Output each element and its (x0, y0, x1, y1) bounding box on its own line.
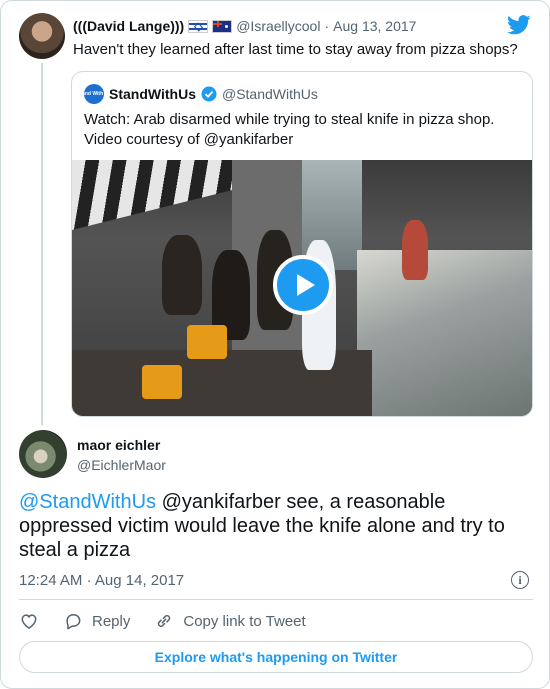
play-icon (296, 274, 315, 296)
parent-separator: · (324, 18, 330, 34)
mention-link[interactable]: @StandWithUs (19, 491, 156, 513)
verified-badge-icon (201, 86, 217, 102)
parent-handle[interactable]: @Israellycool (236, 18, 320, 34)
flag-australia-icon (212, 19, 233, 33)
reply-button[interactable]: Reply (63, 611, 130, 631)
video-person (402, 220, 428, 280)
tweet-embed-card: (((David Lange))) @Israellycool · Aug 13… (0, 0, 550, 689)
like-button[interactable] (19, 611, 39, 631)
quoted-tweet-header: Stand With Us StandWithUs @StandWithUs (77, 84, 318, 104)
parent-display-name[interactable]: (((David Lange))) (73, 18, 184, 34)
video-awning (72, 160, 232, 230)
reply-label: Reply (92, 612, 131, 630)
reply-handle[interactable]: @EichlerMaor (77, 456, 166, 474)
info-icon[interactable]: i (511, 571, 529, 589)
reply-date: Aug 14, 2017 (94, 572, 185, 589)
quoted-tweet[interactable]: Stand With Us StandWithUs @StandWithUs W… (71, 71, 533, 417)
twitter-bird-icon[interactable] (507, 15, 531, 35)
reply-tweet-text: @StandWithUs @yankifarber see, a reasona… (19, 490, 533, 562)
heart-icon (21, 614, 37, 629)
reply-tweet-header: maor eichler @EichlerMaor (77, 436, 166, 474)
quoted-handle[interactable]: @StandWithUs (222, 86, 318, 102)
reply-separator: · (86, 572, 92, 589)
explore-twitter-button[interactable]: Explore what's happening on Twitter (19, 641, 533, 673)
copy-link-button[interactable]: Copy link to Tweet (154, 611, 306, 631)
link-icon (158, 615, 171, 627)
reply-display-name[interactable]: maor eichler (77, 436, 166, 454)
video-thumbnail[interactable] (72, 160, 532, 416)
copy-link-label: Copy link to Tweet (183, 612, 306, 630)
quoted-text-line-1: Watch: Arab disarmed while trying to ste… (84, 111, 495, 128)
reply-time: 12:24 AM (19, 572, 83, 589)
thread-connector-line (41, 63, 43, 425)
parent-tweet-text: Haven't they learned after last time to … (73, 41, 518, 58)
parent-tweet-header: (((David Lange))) @Israellycool · Aug 13… (73, 18, 416, 34)
tweet-actions: Reply Copy link to Tweet (19, 610, 330, 632)
play-button[interactable] (273, 255, 333, 315)
flag-israel-icon (188, 19, 209, 33)
quoted-text-line-2: Video courtesy of @yankifarber (84, 131, 294, 148)
video-person (162, 235, 202, 315)
quoted-avatar-standwithus[interactable]: Stand With Us (77, 84, 111, 104)
video-counter (357, 250, 532, 416)
avatar-maor-eichler[interactable] (19, 430, 67, 478)
quoted-tweet-text: Watch: Arab disarmed while trying to ste… (84, 110, 524, 150)
video-chair (142, 365, 182, 399)
reply-timestamp[interactable]: 12:24 AM · Aug 14, 2017 (19, 572, 184, 589)
avatar-david-lange[interactable] (19, 13, 65, 59)
parent-date[interactable]: Aug 13, 2017 (333, 18, 416, 34)
quoted-display-name[interactable]: StandWithUs (109, 86, 196, 102)
divider (19, 599, 533, 600)
reply-icon (66, 614, 81, 630)
video-chair (187, 325, 227, 359)
